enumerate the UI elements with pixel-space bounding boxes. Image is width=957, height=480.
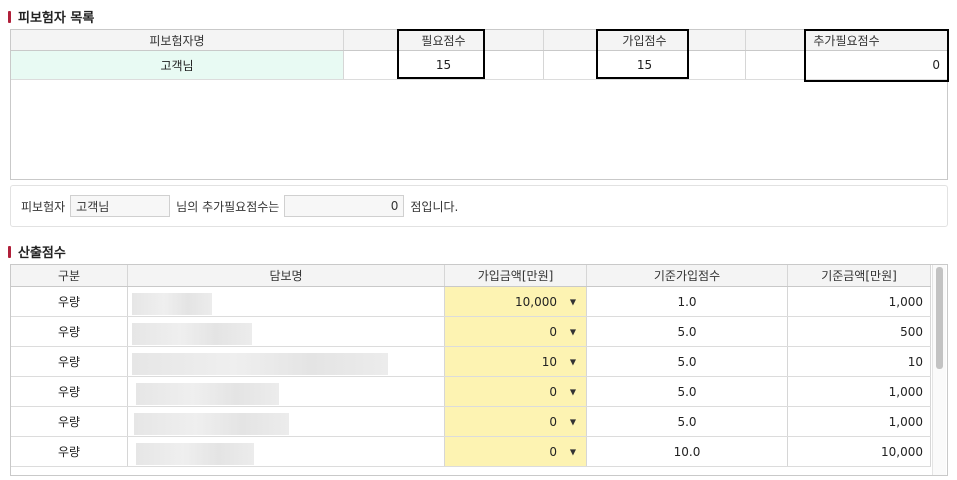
amount-select[interactable]: 10,000 ▼ [445, 287, 587, 316]
cell-base-score: 5.0 [587, 407, 788, 436]
redacted-coverage [134, 413, 289, 435]
table-row[interactable]: 우량 0 ▼ 5.0 1,000 [11, 377, 931, 407]
amount-select[interactable]: 0 ▼ [445, 407, 587, 436]
amount-select[interactable]: 0 ▼ [445, 437, 587, 466]
insured-info-row: 피보험자 고객님 님의 추가필요점수는 0 점입니다. [10, 185, 948, 227]
vertical-scrollbar[interactable] [932, 265, 946, 475]
amount-value: 0 [549, 444, 557, 459]
table-row[interactable]: 우량 0 ▼ 10.0 10,000 [11, 437, 931, 467]
table-row[interactable]: 우량 10,000 ▼ 1.0 1,000 [11, 287, 931, 317]
triangle-down-icon[interactable]: ▼ [570, 387, 576, 396]
table-row[interactable]: 우량 0 ▼ 5.0 1,000 [11, 407, 931, 437]
amount-select[interactable]: 10 ▼ [445, 347, 587, 376]
insured-name-field: 고객님 [70, 195, 171, 217]
table-row[interactable]: 우량 0 ▼ 5.0 500 [11, 317, 931, 347]
cell-type: 우량 [11, 347, 128, 376]
cell-joined[interactable]: 15 [544, 51, 746, 79]
info-label-prefix: 피보험자 [21, 199, 66, 214]
triangle-down-icon[interactable]: ▼ [570, 357, 576, 366]
calc-grid: 구분 담보명 가입금액[만원] 기준가입점수 기준금액[만원] 우량 10,00… [10, 264, 948, 476]
col-header-joined[interactable]: 가입점수 [544, 30, 746, 50]
amount-value: 10,000 [515, 294, 557, 309]
additional-score-field: 0 [284, 195, 405, 217]
redacted-coverage [136, 443, 254, 465]
cell-coverage [128, 317, 445, 346]
triangle-down-icon[interactable]: ▼ [570, 297, 576, 306]
cell-base-amount: 10 [788, 347, 931, 376]
cell-base-amount: 500 [788, 317, 931, 346]
amount-value: 0 [549, 324, 557, 339]
cell-base-amount: 1,000 [788, 407, 931, 436]
amount-select[interactable]: 0 ▼ [445, 317, 587, 346]
amount-value: 0 [549, 384, 557, 399]
redacted-coverage [132, 293, 212, 315]
info-label-suffix: 점입니다. [410, 199, 459, 214]
cell-required[interactable]: 15 [344, 51, 544, 79]
col-header-additional[interactable]: 추가필요점수 [746, 30, 947, 50]
cell-base-score: 5.0 [587, 317, 788, 346]
cell-base-score: 5.0 [587, 377, 788, 406]
redacted-coverage [136, 383, 279, 405]
col-header-amount[interactable]: 가입금액[만원] [445, 265, 587, 286]
redacted-coverage [132, 323, 252, 345]
triangle-down-icon[interactable]: ▼ [570, 327, 576, 336]
section-title-text: 산출점수 [18, 246, 66, 261]
cell-coverage [128, 407, 445, 436]
cell-type: 우량 [11, 437, 128, 466]
cell-base-amount: 10,000 [788, 437, 931, 466]
section-title-calc: 산출점수 [8, 242, 66, 261]
insured-name-value: 고객님 [76, 199, 110, 214]
cell-type: 우량 [11, 287, 128, 316]
insured-grid: 피보험자명 필요점수 가입점수 추가필요점수 고객님 15 15 0 [10, 29, 948, 180]
amount-select[interactable]: 0 ▼ [445, 377, 587, 406]
triangle-down-icon[interactable]: ▼ [570, 447, 576, 456]
table-row[interactable]: 우량 10 ▼ 5.0 10 [11, 347, 931, 377]
cell-type: 우량 [11, 407, 128, 436]
table-row[interactable]: 고객님 15 15 0 [11, 51, 947, 80]
cell-base-score: 5.0 [587, 347, 788, 376]
triangle-down-icon[interactable]: ▼ [570, 417, 576, 426]
calc-grid-header: 구분 담보명 가입금액[만원] 기준가입점수 기준금액[만원] [11, 265, 931, 287]
section-marker [8, 10, 11, 23]
cell-base-amount: 1,000 [788, 287, 931, 316]
section-title-text: 피보험자 목록 [18, 11, 95, 26]
col-header-coverage[interactable]: 담보명 [128, 265, 445, 286]
col-header-type[interactable]: 구분 [11, 265, 128, 286]
amount-value: 10 [541, 354, 557, 369]
cell-base-amount: 1,000 [788, 377, 931, 406]
scrollbar-thumb[interactable] [936, 267, 943, 369]
amount-value: 0 [549, 414, 557, 429]
cell-additional[interactable]: 0 [746, 51, 947, 79]
cell-type: 우량 [11, 317, 128, 346]
section-title-insured: 피보험자 목록 [8, 7, 94, 26]
cell-coverage [128, 287, 445, 316]
cell-coverage [128, 377, 445, 406]
col-header-base-amount[interactable]: 기준금액[만원] [788, 265, 931, 286]
cell-base-score: 1.0 [587, 287, 788, 316]
cell-name[interactable]: 고객님 [11, 51, 344, 79]
section-marker [8, 245, 11, 258]
col-header-name[interactable]: 피보험자명 [11, 30, 344, 50]
cell-coverage [128, 437, 445, 466]
additional-score-value: 0 [390, 199, 399, 213]
redacted-coverage [132, 353, 388, 375]
col-header-base-score[interactable]: 기준가입점수 [587, 265, 788, 286]
cell-coverage [128, 347, 445, 376]
cell-type: 우량 [11, 377, 128, 406]
info-label-mid: 님의 추가필요점수는 [176, 199, 280, 214]
insured-grid-header: 피보험자명 필요점수 가입점수 추가필요점수 [11, 30, 947, 51]
col-header-required[interactable]: 필요점수 [344, 30, 544, 50]
cell-base-score: 10.0 [587, 437, 788, 466]
